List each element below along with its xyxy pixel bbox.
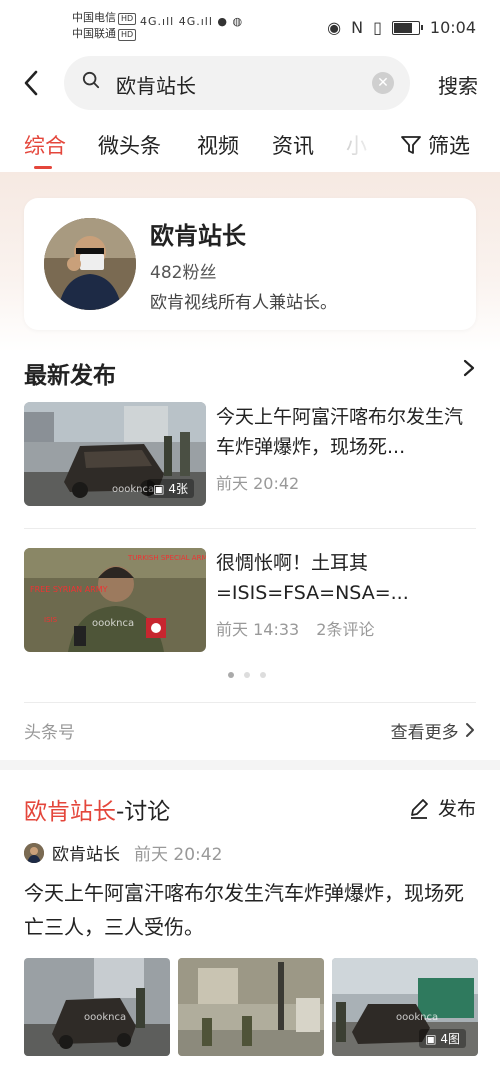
chevron-right-icon — [463, 359, 475, 377]
category-tabs: 综合 微头条 视频 资讯 小 筛选 — [0, 126, 500, 170]
avatar[interactable] — [24, 842, 44, 863]
avatar-image — [44, 218, 136, 310]
carousel-dots — [228, 672, 266, 678]
svg-text:ISIS: ISIS — [44, 616, 58, 624]
search-icon — [82, 71, 100, 89]
image-count-badge: ▣ 4张 — [147, 479, 194, 498]
nfc-icon: N — [351, 18, 364, 37]
tab-general[interactable]: 综合 — [24, 130, 66, 160]
hd-badge: HD — [118, 29, 137, 41]
post-image[interactable] — [178, 958, 324, 1056]
svg-text:TURKISH SPECIAL ARMY: TURKISH SPECIAL ARMY — [127, 554, 206, 562]
tab-videos[interactable]: 视频 — [197, 130, 239, 160]
divider — [24, 702, 476, 703]
hd-badge: HD — [118, 13, 137, 25]
filter-label: 筛选 — [428, 134, 470, 158]
news-title: 今天上午阿富汗喀布尔发生汽车炸弹爆炸，现场死... — [216, 406, 464, 458]
view-more-link[interactable]: 查看更多 — [391, 718, 476, 743]
signal-indicators: 4G.ıll 4G.ıll ● ◍ — [140, 15, 243, 28]
vibrate-icon: ▯ — [373, 18, 382, 37]
section-separator — [0, 760, 500, 770]
soldier-photo: FREE SYRIAN ARMY TURKISH SPECIAL ARMY IS… — [24, 548, 206, 652]
discussion-title-name: 欧肯站长 — [24, 799, 116, 825]
news-meta: 前天 14:33 2条评论 — [216, 616, 386, 640]
latest-more-arrow[interactable] — [462, 358, 476, 384]
back-arrow-icon — [24, 70, 38, 96]
publish-label: 发布 — [437, 798, 476, 820]
chat-bubble-icon: ● — [217, 15, 229, 28]
post-author[interactable]: 欧肯站长 前天 20:42 — [24, 840, 222, 865]
discussion-title[interactable]: 欧肯站长-讨论 — [24, 792, 170, 826]
post-image[interactable]: oooknca — [24, 958, 170, 1056]
carousel-dot[interactable] — [228, 672, 234, 678]
signal-bars-icon: .ıll — [196, 15, 213, 28]
carrier-1: 中国电信 — [72, 11, 116, 24]
active-tab-indicator — [34, 166, 52, 169]
news-thumbnail[interactable]: oooknca ▣ 4张 — [24, 402, 206, 506]
post-author-name: 欧肯站长 — [52, 845, 120, 865]
search-button[interactable]: 搜索 — [438, 70, 478, 99]
image-icon: ▣ — [153, 482, 169, 496]
news-meta: 前天 20:42 — [216, 470, 311, 494]
signal-2-label: 4G — [178, 15, 197, 28]
clear-icon[interactable]: ✕ — [372, 72, 394, 94]
profile-fans: 482粉丝 — [150, 263, 217, 283]
chevron-right-icon — [466, 723, 474, 737]
status-bar: 中国电信 HD 中国联通 HD 4G.ıll 4G.ıll ● ◍ ◉ N ▯ 10… — [0, 0, 500, 52]
news-item[interactable]: FREE SYRIAN ARMY TURKISH SPECIAL ARMY IS… — [24, 548, 476, 654]
news-thumbnail[interactable]: FREE SYRIAN ARMY TURKISH SPECIAL ARMY IS… — [24, 548, 206, 652]
pen-icon — [410, 798, 428, 819]
view-more-label: 查看更多 — [390, 723, 459, 743]
filter-icon — [401, 136, 421, 154]
watermark-text: oooknca — [396, 1012, 439, 1023]
battery-icon — [391, 20, 423, 35]
news-comments: 2条评论 — [316, 620, 375, 639]
status-right: ◉ N ▯ 10:04 — [327, 18, 476, 37]
profile-bio: 欧肯视线所有人兼站长。 — [150, 293, 337, 313]
carrier-2: 中国联通 — [72, 27, 116, 40]
search-input[interactable]: 欧肯站长 ✕ — [64, 56, 410, 110]
image-count-badge: ▣ 4图 — [419, 1029, 466, 1048]
car-bomb-photo — [24, 958, 170, 1056]
street-scene-photo — [178, 958, 324, 1056]
tabs-fade — [342, 126, 382, 166]
tab-news[interactable]: 资讯 — [272, 130, 314, 160]
image-icon: ▣ — [425, 1032, 441, 1046]
carousel-dot[interactable] — [260, 672, 266, 678]
post-image[interactable]: oooknca ▣ 4图 — [332, 958, 478, 1056]
discussion-title-suffix: -讨论 — [116, 799, 171, 825]
avatar[interactable] — [44, 218, 136, 310]
news-item[interactable]: oooknca ▣ 4张 今天上午阿富汗喀布尔发生汽车炸弹爆炸，现场死... 前… — [24, 402, 476, 508]
image-count-label: 4张 — [168, 482, 188, 496]
search-query-text: 欧肯站长 — [116, 74, 196, 98]
source-label: 头条号 — [24, 723, 75, 743]
watermark-text: oooknca — [92, 618, 135, 629]
signal-1-label: 4G — [140, 15, 158, 28]
post-time: 前天 20:42 — [134, 845, 223, 865]
search-bar-row: 欧肯站长 ✕ 搜索 — [0, 56, 500, 112]
svg-text:FREE SYRIAN ARMY: FREE SYRIAN ARMY — [30, 585, 108, 594]
tab-micro-headlines[interactable]: 微头条 — [98, 130, 161, 160]
post-text[interactable]: 今天上午阿富汗喀布尔发生汽车炸弹爆炸，现场死亡三人，三人受伤。 — [24, 876, 480, 944]
image-count-label: 4图 — [440, 1032, 460, 1046]
carousel-dot[interactable] — [244, 672, 250, 678]
latest-section-title: 最新发布 — [24, 363, 116, 389]
news-time: 前天 20:42 — [216, 474, 300, 493]
clock: 10:04 — [429, 18, 476, 37]
eye-icon: ◉ — [327, 18, 342, 37]
wechat-icon: ◍ — [232, 15, 244, 28]
divider — [24, 528, 476, 529]
publish-button[interactable]: 发布 — [408, 794, 476, 821]
profile-card[interactable]: 欧肯站长 482粉丝 欧肯视线所有人兼站长。 — [24, 198, 476, 330]
carrier-info: 中国电信 HD 中国联通 HD — [72, 10, 137, 42]
filter-button[interactable]: 筛选 — [400, 130, 470, 160]
back-button[interactable] — [18, 68, 48, 98]
signal-bars-icon: .ıll — [157, 15, 175, 28]
news-title: 很惆怅啊！土耳其=ISIS=FSA=NSA=... — [216, 552, 409, 604]
profile-name: 欧肯站长 — [150, 222, 246, 250]
news-time: 前天 14:33 — [216, 620, 300, 639]
watermark-text: oooknca — [84, 1012, 127, 1023]
